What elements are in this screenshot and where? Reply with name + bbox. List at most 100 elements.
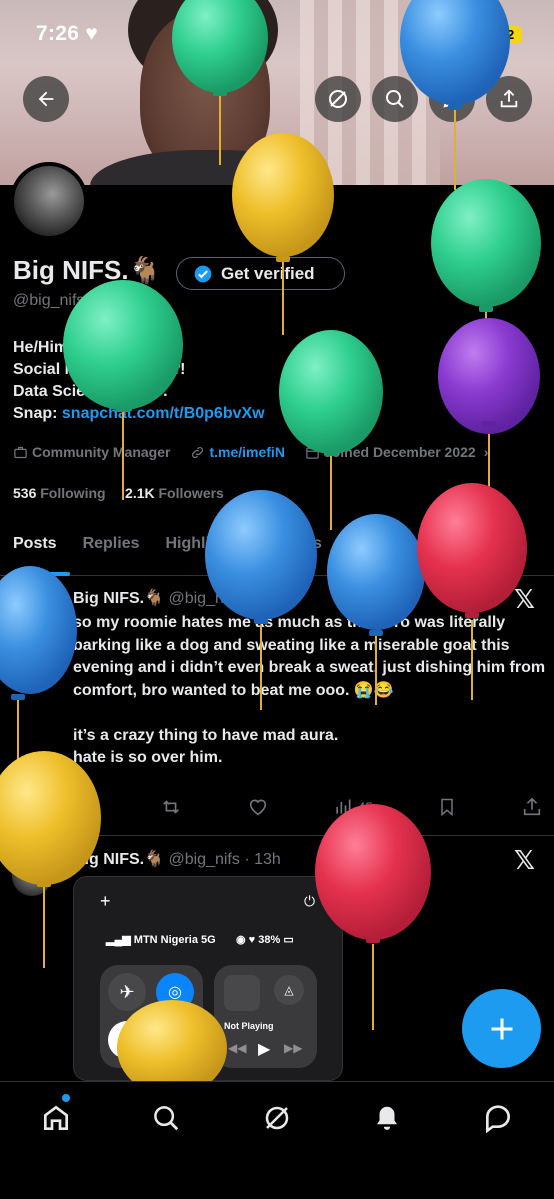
connectivity-tile: ✈ ◎ ◠ [100,965,203,1068]
profile-bio: He/Him. Social Media Manager! Data Scien… [13,337,265,425]
get-verified-label: Get verified [221,263,315,283]
post-divider [0,835,554,836]
bio-snap-label: Snap: [13,405,62,422]
post-header: Big NIFS.🐐 @big_nifs · 9h [73,588,272,608]
x-logo-icon[interactable]: 𝕏 [514,846,535,876]
notifications-icon [377,1106,397,1130]
banner-shirt [90,150,330,185]
followers-link[interactable]: 2.1K Followers [125,485,224,501]
post-avatar[interactable] [12,856,52,896]
tab-articles[interactable]: Articles [419,522,500,576]
status-time: 7:26 ♥ [36,22,99,45]
unread-dot [62,1094,70,1102]
battery-indicator: 92 [492,26,522,44]
profile-category: Community Manager [13,444,170,460]
screenshot-carrier: ▂▄▆ MTN Nigeria 5G [106,934,216,946]
chevron-right-icon[interactable]: › [484,444,489,460]
post-media-screenshot[interactable]: + ⏻ ▂▄▆ MTN Nigeria 5G ◉ ♥ 38% ▭ ✈ ◎ ◠ ◬… [73,876,343,1081]
grok-button[interactable] [315,76,361,122]
search-icon [386,90,404,108]
reply-icon [75,798,93,817]
balloon [279,330,383,530]
album-art [224,975,260,1011]
post-meta: @big_nifs · 13h [168,851,281,868]
home-icon [44,1105,68,1130]
grok-icon [329,90,347,108]
profile-joined: Joined December 2022 › [305,444,488,460]
compose-button[interactable] [462,989,541,1068]
balloon [438,318,540,530]
heart-outline-icon [249,799,266,816]
tab-posts[interactable]: Posts [4,522,70,576]
profile-avatar[interactable] [10,162,88,240]
back-button[interactable] [23,76,69,122]
profile-tabs: Posts Replies Highlights Videos Photos A… [0,522,554,576]
back-arrow-icon [38,91,54,107]
bottom-nav [0,1081,554,1199]
edit-button[interactable] [429,76,475,122]
signal-icon [428,30,453,45]
briefcase-icon [14,446,27,458]
tab-videos[interactable]: Videos [261,522,335,576]
views-count: 45 [357,799,374,815]
power-icon: ⏻ [304,893,316,909]
share-button[interactable] [486,76,532,122]
airplay-icon: ◬ [274,975,304,1005]
snapchat-link[interactable]: snapchat.com/t/B0p6bvXw [62,405,265,422]
grok-icon [265,1106,289,1130]
following-link[interactable]: 536 Following [13,485,106,501]
reply-button[interactable] [73,796,95,818]
nav-home[interactable] [36,1098,76,1138]
views-button[interactable]: 45 [333,797,374,817]
wifi-icon: ◠ [108,1021,146,1059]
play-icon: ▶ [258,1041,271,1058]
nav-messages[interactable] [478,1098,518,1138]
airdrop-icon: ◎ [156,973,194,1011]
views-icon [335,799,351,814]
verified-badge-icon [194,265,212,282]
bio-line-2: Social Media Manager! [13,361,186,378]
profile-meta: Community Manager t.me/imefiN Joined Dec… [13,444,508,460]
share-icon [523,797,541,816]
post-actions: 45 [73,790,543,824]
bookmark-button[interactable] [437,796,457,818]
network-label: LTE [460,26,490,43]
post-avatar[interactable] [18,592,58,632]
airplane-icon: ✈ [108,973,146,1011]
heart-icon: ♥ [85,22,99,45]
bio-line-3: Data Scientist 😌❤️. [13,383,168,400]
search-button[interactable] [372,76,418,122]
tab-replies[interactable]: Replies [74,522,153,576]
nav-search[interactable] [146,1098,186,1138]
profile-name: Big NIFS.🐐 [13,255,161,285]
music-tile: ◬ Not Playing ◀◀ ▶ ▶▶ [214,965,317,1068]
edit-icon [443,91,460,108]
now-playing-label: Not Playing [224,1021,274,1031]
plus-icon: + [100,891,111,911]
nav-grok[interactable] [257,1098,297,1138]
follow-stats: 536 Following 2.1K Followers [13,485,224,501]
repost-icon [162,800,179,814]
post-meta: @big_nifs · 9h [168,590,272,607]
calendar-icon [306,446,319,459]
nav-notifications[interactable] [367,1098,407,1138]
link-icon [192,446,204,458]
post-author[interactable]: Big NIFS.🐐 [73,851,164,868]
post-author[interactable]: Big NIFS.🐐 [73,590,164,607]
profile-handle: @big_nifs [13,292,85,309]
tab-photos[interactable]: Photos [339,522,415,576]
post-header: Big NIFS.🐐 @big_nifs · 13h [73,849,281,869]
profile-website[interactable]: t.me/imefiN [190,444,285,460]
repost-button[interactable] [159,796,183,818]
get-verified-button[interactable]: Get verified [176,257,345,290]
screenshot-battery: ◉ ♥ 38% ▭ [236,934,294,946]
like-button[interactable] [247,796,269,818]
bookmark-icon [441,798,453,817]
messages-icon [486,1105,511,1134]
search-icon [154,1106,179,1131]
x-logo-icon[interactable]: 𝕏 [514,585,535,615]
status-bar: 7:26 ♥ LTE 92 [0,0,554,70]
share-post-button[interactable] [521,796,543,818]
tab-highlights[interactable]: Highlights [157,522,257,576]
balloon [431,179,541,390]
